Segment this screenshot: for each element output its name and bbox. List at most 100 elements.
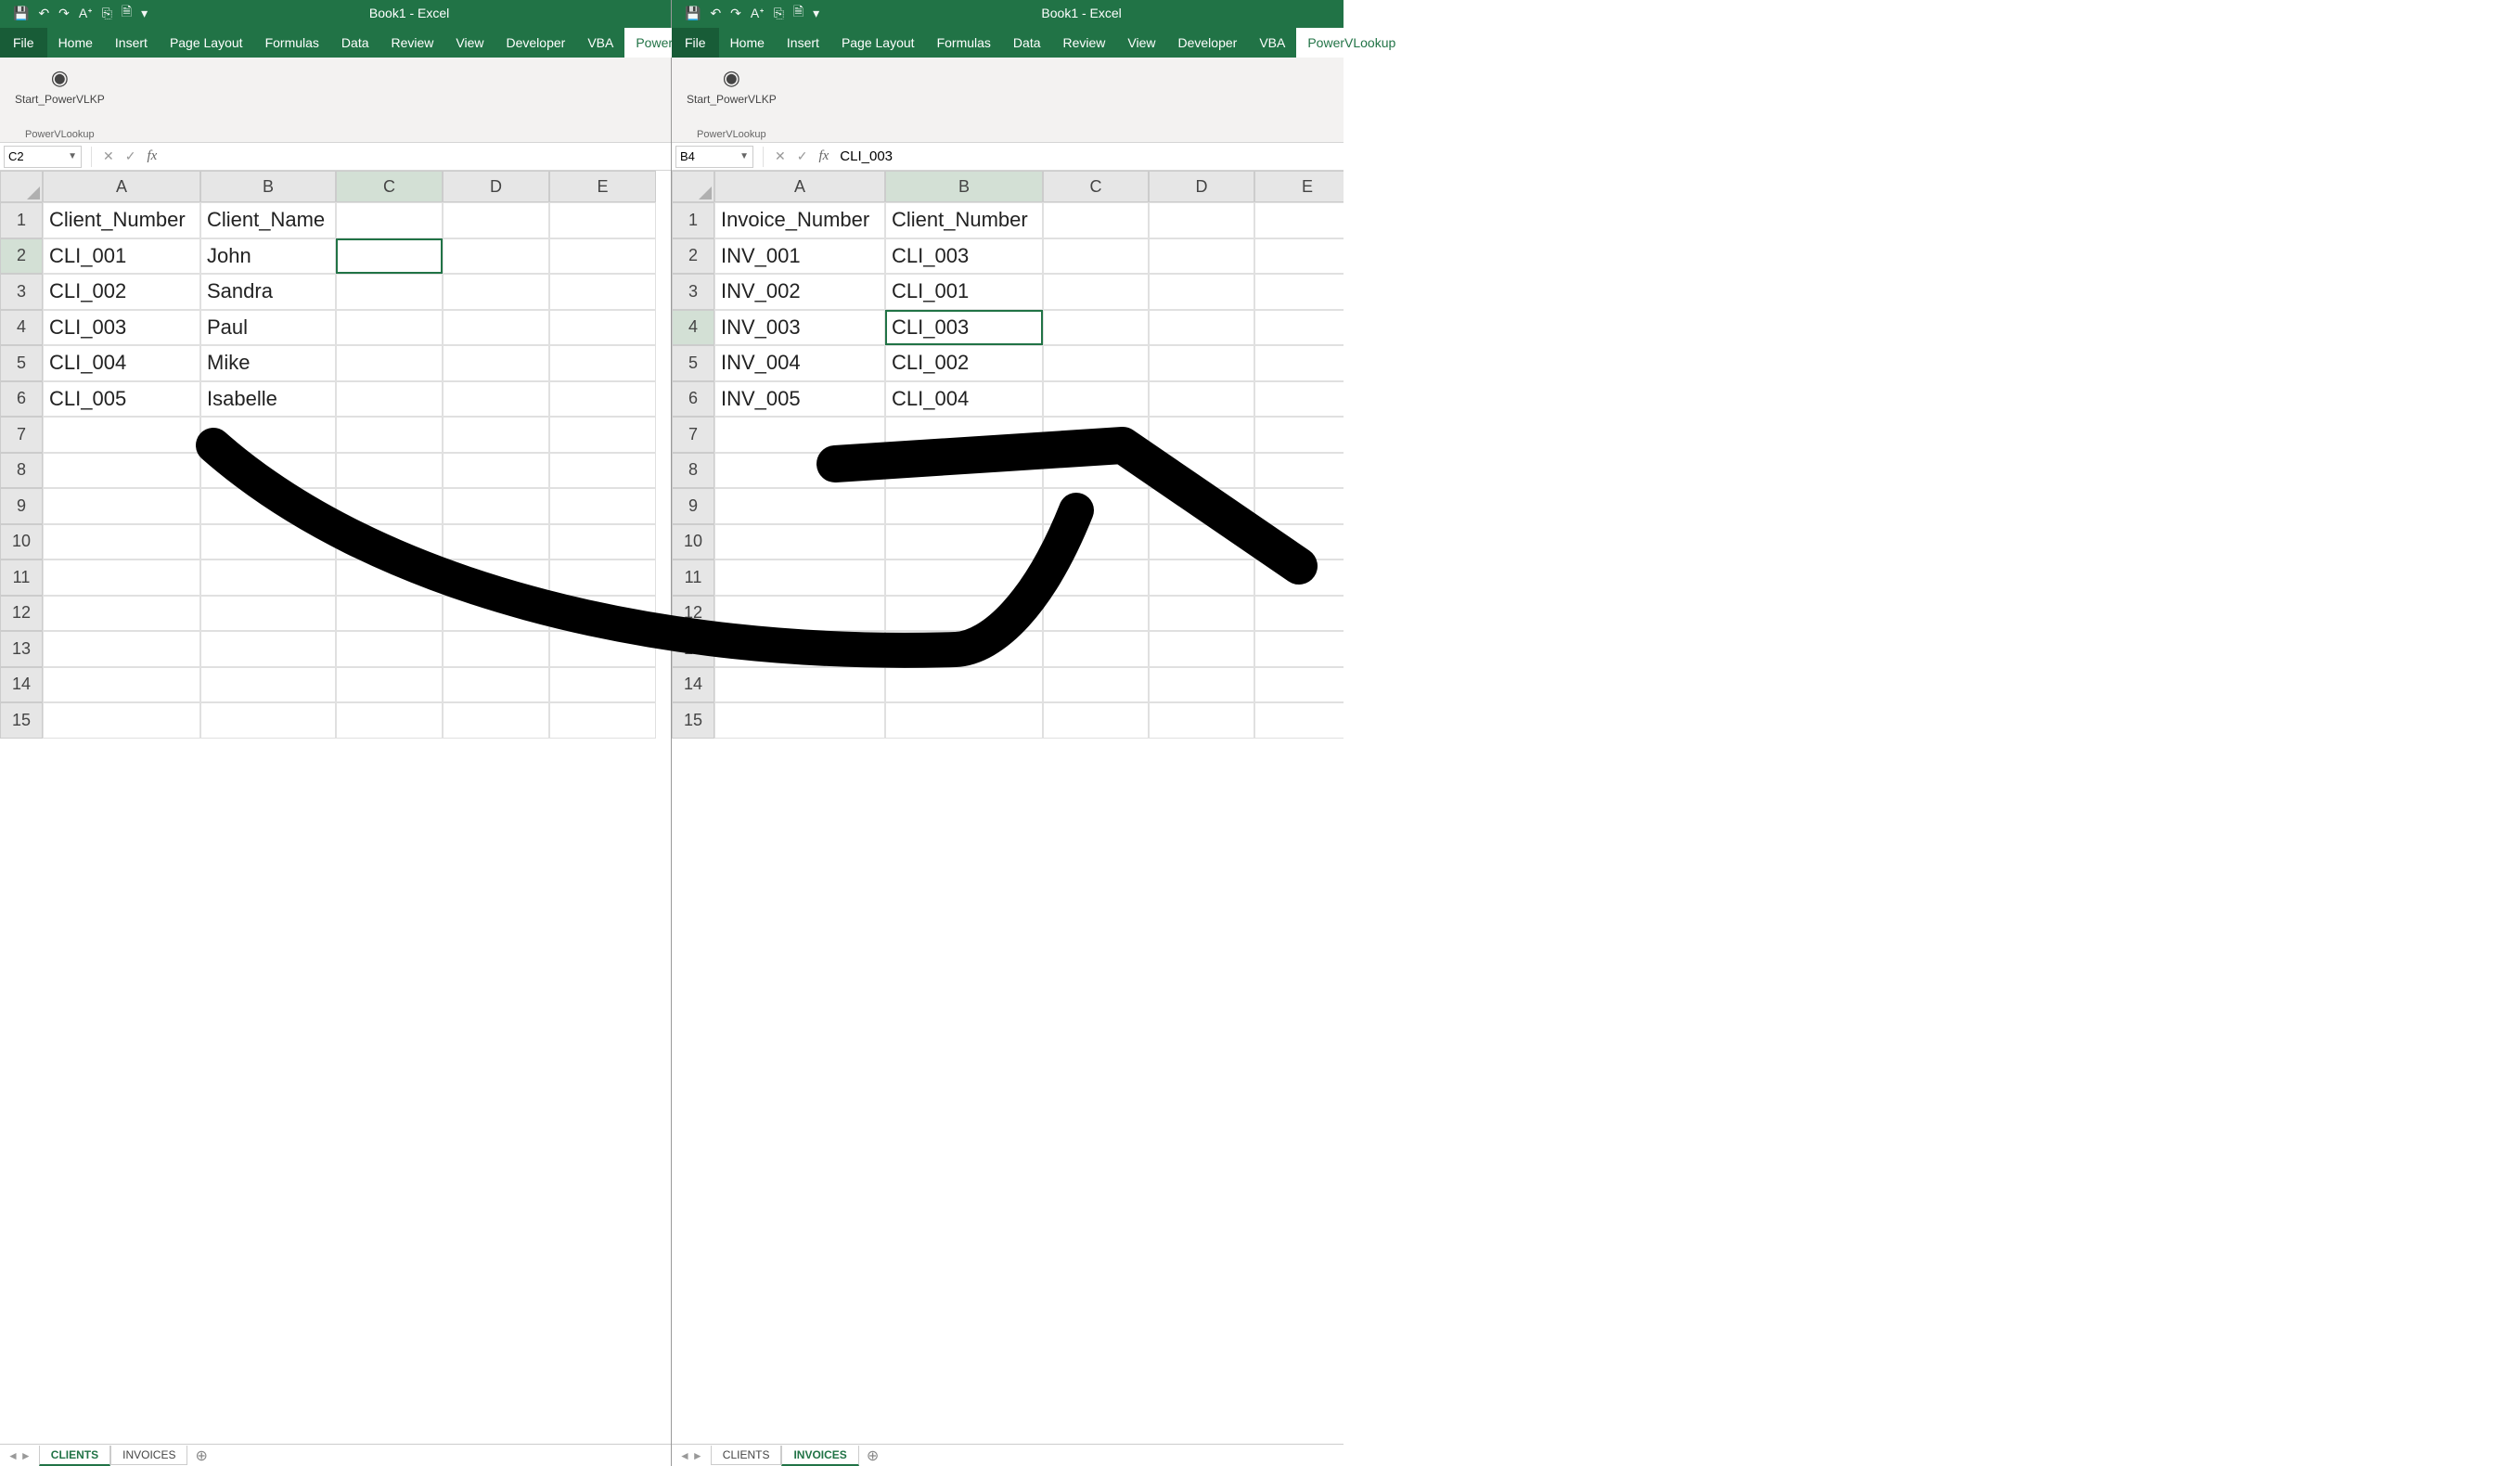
column-header[interactable]: B — [885, 171, 1043, 202]
row-header[interactable]: 6 — [672, 381, 714, 418]
cell[interactable] — [1149, 345, 1254, 381]
row-header[interactable]: 15 — [0, 702, 43, 739]
cell[interactable] — [1254, 702, 1344, 739]
cell[interactable] — [1254, 559, 1344, 596]
row-header[interactable]: 11 — [0, 559, 43, 596]
cell[interactable] — [1254, 238, 1344, 275]
column-header[interactable]: E — [1254, 171, 1344, 202]
cell[interactable] — [1149, 596, 1254, 632]
row-header[interactable]: 4 — [0, 310, 43, 346]
start-powervlkp-button[interactable]: ◉Start_PowerVLKP — [687, 63, 777, 106]
cell[interactable] — [1149, 524, 1254, 560]
cancel-icon[interactable]: ✕ — [103, 148, 114, 164]
ribbon-tab-vba[interactable]: VBA — [576, 28, 624, 58]
cell[interactable] — [1043, 310, 1149, 346]
cell[interactable] — [549, 453, 656, 489]
ribbon-tab-macros[interactable]: Macros — [1407, 28, 1472, 58]
cell[interactable] — [549, 310, 656, 346]
cell[interactable] — [1043, 596, 1149, 632]
ribbon-tab-page-layout[interactable]: Page Layout — [830, 28, 926, 58]
name-box[interactable]: C2▼ — [4, 146, 82, 168]
cell[interactable] — [1149, 202, 1254, 238]
row-header[interactable]: 5 — [672, 345, 714, 381]
spreadsheet-grid[interactable]: ABCDE1Client_NumberClient_Name2CLI_001Jo… — [0, 171, 671, 1444]
ribbon-tab-developer[interactable]: Developer — [495, 28, 577, 58]
ribbon-tab-formulas[interactable]: Formulas — [254, 28, 330, 58]
cell[interactable] — [714, 559, 885, 596]
add-sheet-button[interactable]: ⊕ — [867, 1447, 879, 1465]
formula-input[interactable] — [834, 146, 1344, 168]
cell[interactable] — [1254, 345, 1344, 381]
row-header[interactable]: 14 — [672, 667, 714, 703]
cell[interactable] — [549, 345, 656, 381]
save-icon[interactable]: 💾 — [685, 6, 701, 21]
cell[interactable] — [336, 596, 443, 632]
redo-icon[interactable]: ↷ — [58, 6, 70, 21]
cell[interactable]: Isabelle — [200, 381, 336, 418]
cell[interactable] — [1149, 274, 1254, 310]
export-icon[interactable]: ⎘ — [774, 6, 784, 21]
cell[interactable] — [336, 274, 443, 310]
cell[interactable] — [549, 667, 656, 703]
name-box[interactable]: B4▼ — [675, 146, 753, 168]
ribbon-tab-page-layout[interactable]: Page Layout — [159, 28, 254, 58]
start-powervlkp-button[interactable]: ◉Start_PowerVLKP — [15, 63, 105, 106]
ribbon-tab-vba[interactable]: VBA — [1248, 28, 1296, 58]
cell[interactable] — [549, 631, 656, 667]
cell[interactable] — [885, 559, 1043, 596]
column-header[interactable]: A — [43, 171, 200, 202]
row-header[interactable]: 12 — [0, 596, 43, 632]
ribbon-tab-formulas[interactable]: Formulas — [926, 28, 1002, 58]
row-header[interactable]: 8 — [672, 453, 714, 489]
cell[interactable] — [1254, 667, 1344, 703]
cell[interactable]: John — [200, 238, 336, 275]
cell[interactable] — [885, 631, 1043, 667]
cell[interactable] — [443, 667, 549, 703]
cell[interactable] — [443, 274, 549, 310]
cell[interactable] — [1254, 202, 1344, 238]
sheet-tab-invoices[interactable]: INVOICES — [110, 1446, 187, 1465]
cell[interactable] — [1043, 488, 1149, 524]
more-icon[interactable]: ▾ — [813, 6, 819, 21]
cancel-icon[interactable]: ✕ — [775, 148, 786, 164]
column-header[interactable]: E — [549, 171, 656, 202]
ribbon-tab-home[interactable]: Home — [47, 28, 104, 58]
row-header[interactable]: 1 — [672, 202, 714, 238]
cell[interactable] — [1254, 381, 1344, 418]
column-header[interactable]: D — [443, 171, 549, 202]
cell[interactable] — [443, 345, 549, 381]
cell[interactable] — [200, 631, 336, 667]
row-header[interactable]: 15 — [672, 702, 714, 739]
cell[interactable] — [443, 524, 549, 560]
cell[interactable] — [443, 453, 549, 489]
cell[interactable] — [200, 667, 336, 703]
row-header[interactable]: 6 — [0, 381, 43, 418]
cell[interactable] — [885, 702, 1043, 739]
cell[interactable] — [1043, 667, 1149, 703]
cell[interactable] — [1043, 524, 1149, 560]
cell[interactable] — [443, 202, 549, 238]
ribbon-tab-view[interactable]: View — [1116, 28, 1166, 58]
cell[interactable] — [549, 202, 656, 238]
row-header[interactable]: 7 — [672, 417, 714, 453]
cell[interactable] — [1043, 417, 1149, 453]
cell[interactable] — [885, 488, 1043, 524]
ribbon-tab-powervlookup[interactable]: PowerVLookup — [1296, 28, 1407, 58]
ribbon-tab-data[interactable]: Data — [330, 28, 380, 58]
cell[interactable] — [200, 702, 336, 739]
row-header[interactable]: 10 — [672, 524, 714, 560]
cell[interactable] — [43, 524, 200, 560]
cell[interactable]: CLI_003 — [43, 310, 200, 346]
cell[interactable] — [43, 488, 200, 524]
cell[interactable] — [336, 381, 443, 418]
confirm-icon[interactable]: ✓ — [125, 148, 136, 164]
cell[interactable]: CLI_005 — [43, 381, 200, 418]
cell[interactable] — [1254, 417, 1344, 453]
cell[interactable] — [549, 559, 656, 596]
cell[interactable] — [1149, 238, 1254, 275]
more-icon[interactable]: ▾ — [141, 6, 148, 21]
cell[interactable]: CLI_001 — [885, 274, 1043, 310]
cell[interactable] — [1254, 310, 1344, 346]
cell[interactable] — [714, 488, 885, 524]
cell[interactable]: INV_003 — [714, 310, 885, 346]
